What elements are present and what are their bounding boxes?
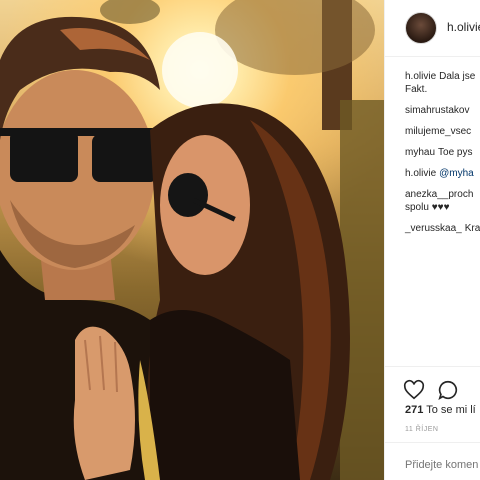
post-photo — [0, 0, 384, 480]
add-comment-bar — [385, 442, 480, 480]
comment-text: Kra — [464, 223, 480, 234]
comments-list: h.olivie Dala jse Fakt. simahrustakov mil… — [405, 70, 480, 243]
sun-flare — [162, 32, 238, 108]
caption-text: Dala jse — [439, 71, 476, 82]
comment-username[interactable]: simahrustakov — [405, 105, 469, 116]
likes-number: 271 — [405, 404, 424, 416]
comment-username[interactable]: h.olivie — [405, 168, 436, 179]
list-item: h.olivie @myha — [405, 167, 480, 180]
comment-bubble-icon[interactable] — [437, 379, 459, 401]
add-comment-input[interactable] — [405, 459, 480, 471]
sunglasses-left-lens — [10, 130, 78, 182]
list-item: _verusskaa_ Kra — [405, 222, 480, 235]
comment-mention[interactable]: @myha — [439, 168, 474, 179]
comment-text: Toe pys — [438, 147, 473, 158]
list-item: milujeme_vsec — [405, 125, 480, 138]
list-item: anezka__proch spolu ♥♥♥ — [405, 188, 480, 214]
woman-sunglasses — [168, 173, 208, 217]
caption: h.olivie Dala jse Fakt. — [405, 70, 480, 96]
header-username[interactable]: h.olivie — [447, 20, 480, 34]
hearts-emoji: ♥♥♥ — [431, 202, 450, 213]
caption-text-line2: Fakt. — [405, 84, 428, 95]
post-header: h.olivie — [385, 0, 480, 57]
action-bar — [385, 366, 480, 407]
list-item: myhau Toe pys — [405, 146, 480, 159]
leaves-top — [100, 0, 160, 24]
post-side-panel: h.olivie h.olivieDala jse Fakt. simahrus… — [384, 0, 480, 480]
photo-illustration — [0, 0, 384, 480]
comment-username[interactable]: _verusskaa_ — [405, 223, 462, 234]
likes-count[interactable]: 271 To se mi lí — [405, 404, 476, 416]
sunglasses-right-lens — [92, 134, 158, 182]
avatar[interactable] — [405, 12, 437, 44]
comment-username[interactable]: myhau — [405, 147, 435, 158]
comment-text-line2: spolu ♥♥♥ — [405, 201, 480, 214]
likes-label: To se mi lí — [426, 404, 476, 416]
heart-outline-icon[interactable] — [403, 379, 425, 401]
comment-username[interactable]: milujeme_vsec — [405, 126, 471, 137]
comment-text: spolu — [405, 202, 429, 213]
list-item: simahrustakov — [405, 104, 480, 117]
sunglasses-frame — [0, 128, 170, 136]
post-date: 11 ŘÍJEN — [405, 426, 439, 433]
comment-username[interactable]: anezka__proch — [405, 189, 473, 200]
caption-username[interactable]: h.olivie — [405, 71, 436, 82]
